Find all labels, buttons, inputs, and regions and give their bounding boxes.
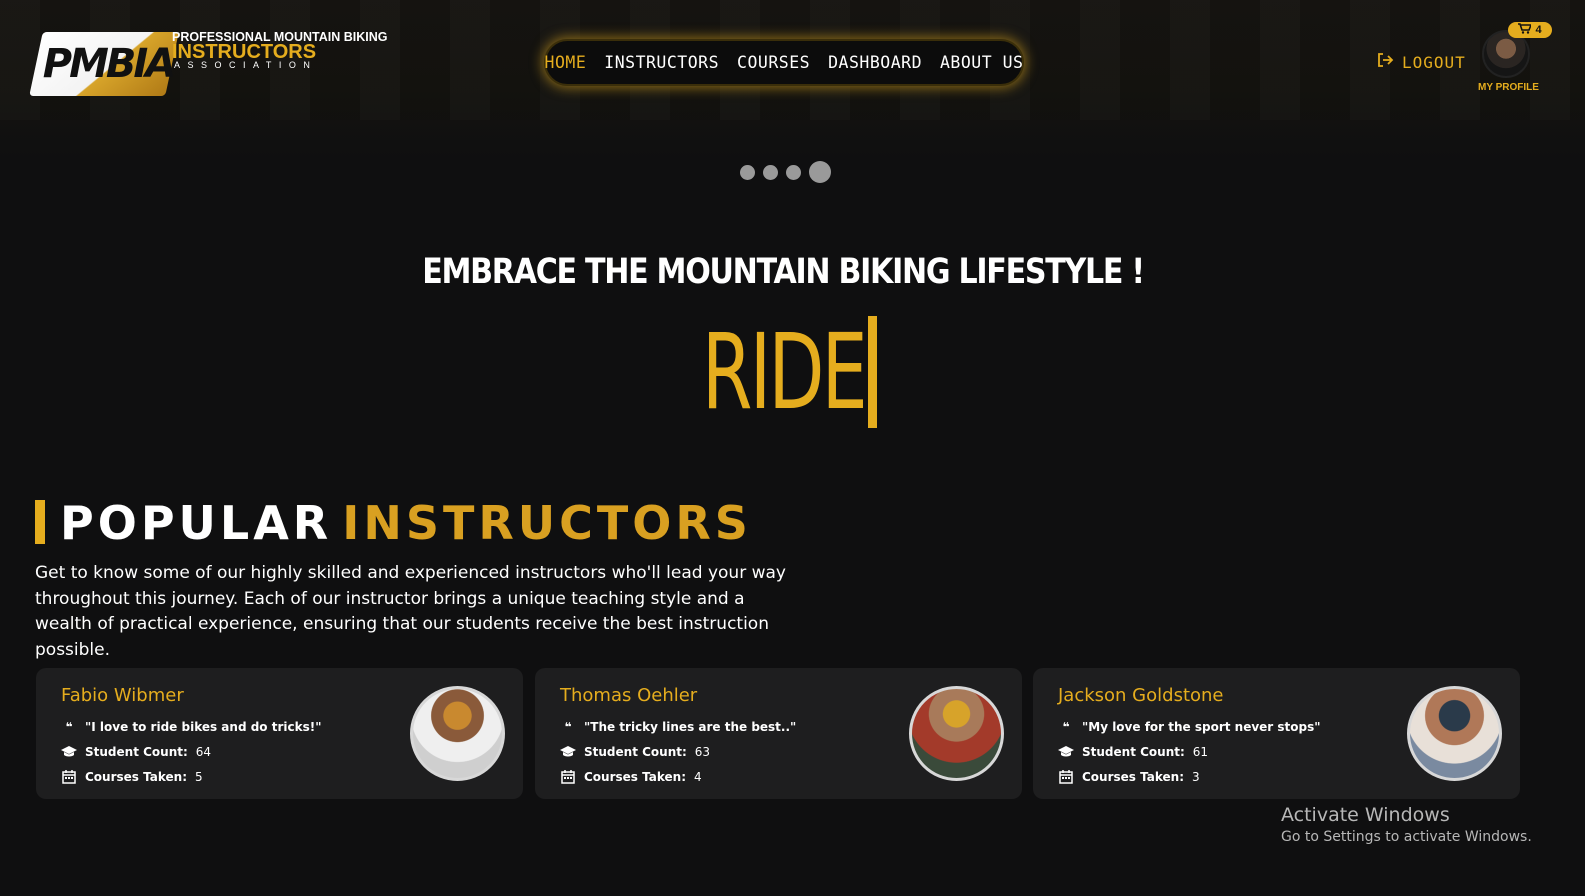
- calendar-icon: [560, 769, 576, 785]
- nav-courses[interactable]: COURSES: [737, 53, 810, 72]
- instructor-quote-row: ❝ "My love for the sport never stops": [1058, 718, 1321, 736]
- quote-icon: ❝: [1062, 720, 1070, 734]
- instructor-quote-row: ❝ "The tricky lines are the best..": [560, 718, 796, 736]
- logout-button[interactable]: LOGOUT: [1376, 50, 1466, 74]
- logout-icon: [1376, 51, 1394, 74]
- quote-icon: ❝: [564, 720, 572, 734]
- logout-label: LOGOUT: [1402, 52, 1466, 72]
- courses-taken-row: Courses Taken: 4: [560, 768, 702, 786]
- instructor-quote: "My love for the sport never stops": [1082, 720, 1321, 734]
- carousel-dot-1[interactable]: [740, 164, 755, 180]
- instructor-quote: "The tricky lines are the best..": [584, 720, 797, 734]
- hero-typed-word-container: RIDE: [0, 312, 1566, 432]
- student-count-row: Student Count: 64: [61, 743, 211, 761]
- courses-taken-label: Courses Taken:: [1082, 770, 1184, 784]
- hero-typed-word: RIDE: [701, 311, 868, 433]
- watermark-line-2: Go to Settings to activate Windows.: [1281, 829, 1532, 845]
- courses-taken-value: 4: [694, 770, 702, 784]
- carousel-dots: [740, 161, 831, 183]
- student-count-label: Student Count:: [85, 745, 188, 759]
- section-title: POPULAR INSTRUCTORS: [60, 496, 752, 550]
- calendar-icon: [61, 769, 77, 785]
- instructor-name[interactable]: Jackson Goldstone: [1058, 685, 1224, 706]
- nav-instructors[interactable]: INSTRUCTORS: [604, 53, 719, 72]
- student-count-value: 63: [694, 745, 711, 759]
- watermark-line-1: Activate Windows: [1281, 804, 1450, 826]
- instructor-card[interactable]: Thomas Oehler ❝ "The tricky lines are th…: [535, 668, 1022, 799]
- cart-icon: [1518, 23, 1533, 37]
- nav-home[interactable]: HOME: [545, 53, 587, 72]
- student-count-value: 64: [195, 745, 212, 759]
- courses-taken-value: 3: [1192, 770, 1200, 784]
- profile-label: MY PROFILE: [1478, 82, 1539, 93]
- section-title-gold: INSTRUCTORS: [342, 496, 752, 550]
- instructor-photo: [909, 686, 1004, 781]
- main-nav: HOME INSTRUCTORS COURSES DASHBOARD ABOUT…: [544, 39, 1024, 86]
- logo-mark-text: PMBIA: [42, 41, 176, 87]
- graduation-cap-icon: [61, 744, 77, 760]
- student-count-value: 61: [1192, 745, 1209, 759]
- instructor-card[interactable]: Jackson Goldstone ❝ "My love for the spo…: [1033, 668, 1520, 799]
- cart-badge[interactable]: 4: [1508, 22, 1552, 38]
- windows-activation-watermark: Activate Windows Go to Settings to activ…: [1281, 804, 1532, 845]
- section-title-white: POPULAR: [60, 496, 333, 550]
- student-count-row: Student Count: 63: [560, 743, 710, 761]
- brand-logo[interactable]: PMBIA PROFESSIONAL MOUNTAIN BIKING INSTR…: [29, 26, 406, 100]
- section-accent-bar: [35, 500, 45, 544]
- instructor-quote: "I love to ride bikes and do tricks!": [85, 720, 322, 734]
- quote-icon: ❝: [65, 720, 73, 734]
- carousel-dot-2[interactable]: [763, 164, 778, 180]
- courses-taken-label: Courses Taken:: [584, 770, 686, 784]
- nav-dashboard[interactable]: DASHBOARD: [828, 53, 922, 72]
- calendar-icon: [1058, 769, 1074, 785]
- cart-count: 4: [1535, 24, 1542, 36]
- section-description: Get to know some of our highly skilled a…: [35, 563, 786, 660]
- courses-taken-row: Courses Taken: 3: [1058, 768, 1200, 786]
- carousel-dot-4[interactable]: [809, 161, 831, 183]
- instructor-name[interactable]: Thomas Oehler: [560, 685, 697, 706]
- typing-caret: [868, 316, 877, 428]
- courses-taken-label: Courses Taken:: [85, 770, 187, 784]
- instructor-name[interactable]: Fabio Wibmer: [61, 685, 184, 706]
- hero-title: EMBRACE THE MOUNTAIN BIKING LIFESTYLE !: [422, 252, 1145, 292]
- instructor-card[interactable]: Fabio Wibmer ❝ "I love to ride bikes and…: [36, 668, 523, 799]
- student-count-label: Student Count:: [1082, 745, 1185, 759]
- courses-taken-value: 5: [195, 770, 203, 784]
- student-count-label: Student Count:: [584, 745, 687, 759]
- profile-button[interactable]: 4 MY PROFILE: [1478, 22, 1552, 94]
- instructor-photo: [410, 686, 505, 781]
- instructor-quote-row: ❝ "I love to ride bikes and do tricks!": [61, 718, 321, 736]
- carousel-dot-3[interactable]: [786, 164, 801, 180]
- nav-about-us[interactable]: ABOUT US: [940, 53, 1023, 72]
- graduation-cap-icon: [1058, 744, 1074, 760]
- graduation-cap-icon: [560, 744, 576, 760]
- instructor-photo: [1407, 686, 1502, 781]
- student-count-row: Student Count: 61: [1058, 743, 1208, 761]
- logo-line-3: ASSOCIATION: [174, 60, 318, 70]
- courses-taken-row: Courses Taken: 5: [61, 768, 203, 786]
